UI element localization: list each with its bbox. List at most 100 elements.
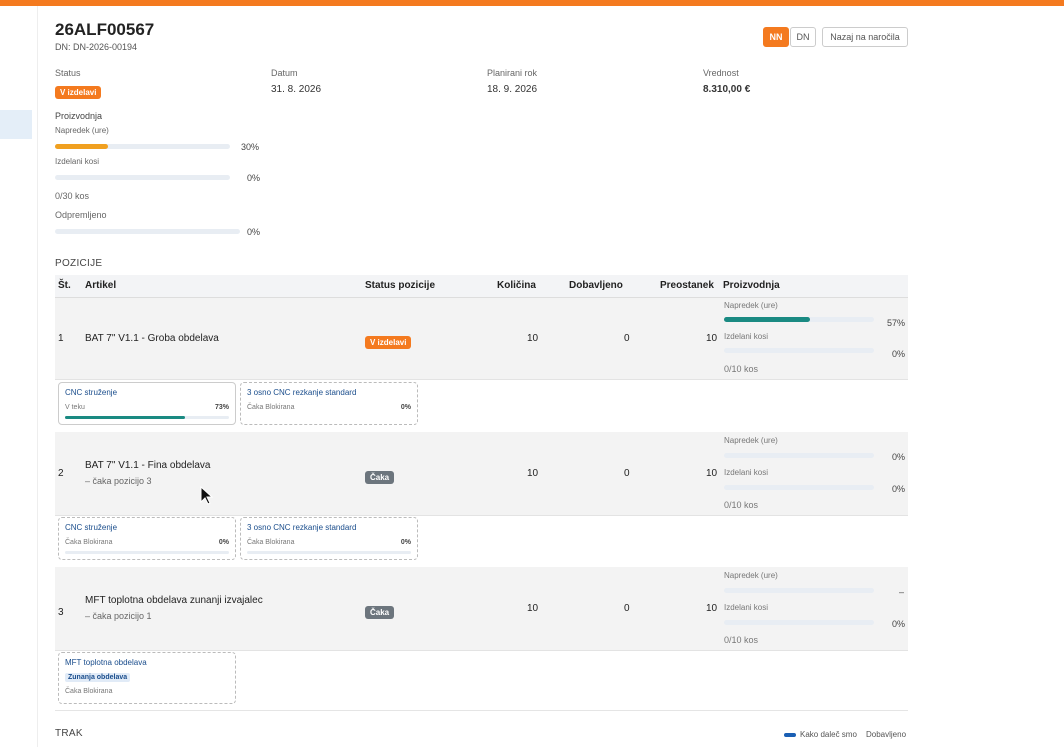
column-header-remaining: Preostanek	[660, 280, 714, 291]
row-pieces-track	[724, 348, 874, 353]
position-status-badge: V izdelavi	[365, 336, 412, 349]
progress-legend-swatch	[784, 733, 796, 737]
operation-progress-track	[65, 551, 229, 554]
position-status-badge: Čaka	[365, 471, 395, 484]
operation-name: CNC struženje	[65, 388, 118, 397]
position-status-badge: Čaka	[365, 606, 395, 619]
operation-status: Čaka Blokirana	[65, 539, 113, 546]
positions-table-header: Št. Artikel Status pozicije Količina Dob…	[55, 275, 908, 298]
operation-pct: 0%	[400, 404, 411, 411]
row-pieces-count: 0/10 kos	[724, 364, 759, 374]
row-progress-label: Napredek (ure)	[724, 301, 778, 310]
row-delivered: 0	[624, 468, 630, 479]
operation-progress-track	[65, 416, 229, 419]
row-pieces-pct: 0%	[892, 484, 906, 494]
column-header-delivered: Dobavljeno	[569, 280, 623, 291]
legend-progress: Kako daleč smo	[800, 730, 857, 739]
row-pieces-track	[724, 485, 874, 490]
delivery-note-number: DN: DN-2026-00194	[55, 42, 138, 52]
row-pieces-label: Izdelani kosi	[724, 332, 769, 341]
shipped-label: Odpremljeno	[55, 210, 107, 220]
mouse-cursor-icon	[200, 485, 214, 511]
row-pieces-track	[724, 620, 874, 625]
date-label: Datum	[271, 68, 298, 78]
row-quantity: 10	[527, 468, 539, 479]
operation-name: 3 osno CNC rezkanje standard	[247, 388, 357, 397]
row-progress-track	[724, 453, 874, 458]
production-progress-pct: 30%	[241, 142, 260, 152]
row-quantity: 10	[527, 333, 539, 344]
production-pieces-track	[55, 175, 230, 180]
row-remaining: 10	[706, 603, 718, 614]
table-row[interactable]: 3 MFT toplotna obdelava zunanji izvajale…	[55, 567, 908, 651]
row-remaining: 10	[706, 333, 718, 344]
order-number: 26ALF00567	[55, 20, 155, 39]
back-to-orders-button[interactable]: Nazaj na naročila	[822, 27, 908, 47]
production-progress-fill	[55, 144, 108, 149]
legend-delivered: Dobavljeno	[866, 730, 907, 739]
row-pieces-count: 0/10 kos	[724, 635, 759, 645]
operation-card[interactable]: 3 osno CNC rezkanje standard Čaka Blokir…	[240, 382, 418, 425]
date-value: 31. 8. 2026	[271, 84, 322, 95]
operation-pct: 0%	[218, 539, 229, 546]
production-title: Proizvodnja	[55, 111, 103, 121]
row-pieces-pct: 0%	[892, 349, 906, 359]
operation-status: Čaka Blokirana	[247, 404, 295, 411]
row-progress-track	[724, 588, 874, 593]
row-progress-track	[724, 317, 874, 322]
row-progress-pct: 0%	[892, 452, 906, 462]
table-row[interactable]: 1 BAT 7" V1.1 - Groba obdelava V izdelav…	[55, 298, 908, 380]
column-header-production: Proizvodnja	[723, 280, 780, 291]
row-progress-label: Napredek (ure)	[724, 436, 778, 445]
row-dependency-note: – čaka pozicijo 3	[85, 476, 152, 486]
row-pieces-label: Izdelani kosi	[724, 468, 769, 477]
column-header-status: Status pozicije	[365, 280, 436, 291]
table-row[interactable]: 2 BAT 7" V1.1 - Fina obdelava – čaka poz…	[55, 432, 908, 516]
positions-section-title: POZICIJE	[55, 258, 103, 269]
operation-card[interactable]: CNC struženje V teku 73%	[58, 382, 236, 425]
operation-card[interactable]: MFT toplotna obdelava Zunanja obdelava Č…	[58, 652, 236, 704]
production-progress-label: Napredek (ure)	[55, 126, 109, 135]
row-article: BAT 7" V1.1 - Groba obdelava	[85, 333, 219, 344]
row-quantity: 10	[527, 603, 539, 614]
row-delivered: 0	[624, 603, 630, 614]
row-dependency-note: – čaka pozicijo 1	[85, 611, 152, 621]
operation-progress-fill	[65, 416, 185, 419]
production-pieces-count: 0/30 kos	[55, 191, 90, 201]
row-number: 3	[58, 607, 64, 618]
order-value: 8.310,00 €	[703, 84, 751, 95]
operation-name: CNC struženje	[65, 523, 118, 532]
sidebar-active-item[interactable]	[0, 110, 32, 139]
row-progress-label: Napredek (ure)	[724, 571, 778, 580]
toggle-nn-button[interactable]: NN	[763, 27, 789, 47]
sidebar	[0, 6, 38, 747]
status-label: Status	[55, 68, 81, 78]
external-processing-tag: Zunanja obdelava	[65, 673, 131, 682]
operation-card[interactable]: CNC struženje Čaka Blokirana 0%	[58, 517, 236, 560]
value-label: Vrednost	[703, 68, 739, 78]
production-progress-track	[55, 144, 230, 149]
operation-status: Čaka Blokirana	[65, 688, 113, 695]
row-progress-pct: 57%	[887, 318, 906, 328]
deadline-label: Planirani rok	[487, 68, 538, 78]
deadline-value: 18. 9. 2026	[487, 84, 538, 95]
column-header-no: Št.	[58, 280, 71, 291]
operation-status: Čaka Blokirana	[247, 539, 295, 546]
column-header-quantity: Količina	[497, 280, 536, 291]
row-delivered: 0	[624, 333, 630, 344]
operation-card[interactable]: 3 osno CNC rezkanje standard Čaka Blokir…	[240, 517, 418, 560]
production-pieces-label: Izdelani kosi	[55, 157, 100, 166]
operation-pct: 0%	[400, 539, 411, 546]
row-remaining: 10	[706, 468, 718, 479]
row-progress-pct: –	[899, 587, 905, 597]
row-pieces-count: 0/10 kos	[724, 500, 759, 510]
column-header-article: Artikel	[85, 280, 117, 291]
toggle-dn-button[interactable]: DN	[790, 27, 816, 47]
row-progress-fill	[724, 317, 810, 322]
operation-status: V teku	[65, 404, 85, 411]
row-number: 2	[58, 468, 64, 479]
divider	[55, 710, 908, 711]
production-pieces-pct: 0%	[247, 173, 261, 183]
operation-name: MFT toplotna obdelava	[65, 658, 147, 667]
operation-progress-track	[247, 551, 411, 554]
